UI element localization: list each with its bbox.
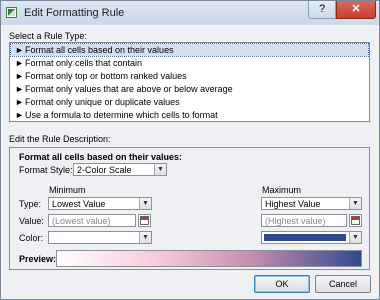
rule-type-item-label: Format only values that are above or bel… bbox=[25, 84, 233, 94]
close-button[interactable]: ✕ bbox=[336, 1, 376, 19]
arrow-icon: ► bbox=[15, 84, 24, 94]
dialog-title: Edit Formatting Rule bbox=[24, 7, 125, 19]
ok-button[interactable]: OK bbox=[254, 275, 310, 293]
minimum-header: Minimum bbox=[49, 185, 86, 195]
arrow-icon: ► bbox=[15, 110, 24, 120]
rule-type-item[interactable]: ►Format all cells based on their values bbox=[10, 43, 369, 57]
minimum-value-input[interactable]: (Lowest value) bbox=[48, 214, 136, 227]
rule-type-list[interactable]: ►Format all cells based on their values … bbox=[9, 42, 370, 122]
format-style-label: Format Style: bbox=[19, 165, 73, 175]
minimum-value-placeholder: (Lowest value) bbox=[52, 216, 111, 226]
maximum-value-range-picker-icon[interactable] bbox=[349, 214, 362, 227]
minimum-value-range-picker-icon[interactable] bbox=[138, 214, 151, 227]
maximum-header: Maximum bbox=[262, 185, 302, 195]
rule-type-item[interactable]: ►Use a formula to determine which cells … bbox=[11, 109, 368, 121]
dropdown-arrow-icon: ▼ bbox=[154, 164, 166, 175]
description-heading: Format all cells based on their values: bbox=[19, 152, 183, 162]
format-style-select[interactable]: 2-Color Scale ▼ bbox=[73, 163, 167, 176]
select-rule-type-label: Select a Rule Type: bbox=[9, 31, 87, 41]
minimum-color-select[interactable]: ▼ bbox=[48, 231, 152, 244]
arrow-icon: ► bbox=[15, 45, 24, 55]
rule-type-item[interactable]: ►Format only top or bottom ranked values bbox=[11, 70, 368, 82]
rule-type-item[interactable]: ►Format only values that are above or be… bbox=[11, 83, 368, 95]
rule-type-item-label: Format only top or bottom ranked values bbox=[25, 71, 187, 81]
minimum-color-swatch bbox=[51, 234, 136, 241]
rule-type-item-label: Format only unique or duplicate values bbox=[25, 97, 180, 107]
edit-rule-description-label: Edit the Rule Description: bbox=[9, 134, 111, 144]
rule-type-item[interactable]: ►Format only unique or duplicate values bbox=[11, 96, 368, 108]
arrow-icon: ► bbox=[15, 71, 24, 81]
format-style-value: 2-Color Scale bbox=[77, 165, 132, 175]
rule-type-item-label: Format all cells based on their values bbox=[25, 45, 174, 55]
dropdown-arrow-icon: ▼ bbox=[349, 198, 361, 209]
value-label: Value: bbox=[19, 216, 44, 226]
preview-label: Preview: bbox=[19, 254, 57, 264]
minimum-type-select[interactable]: Lowest Value ▼ bbox=[48, 197, 152, 210]
maximum-color-swatch bbox=[264, 234, 346, 241]
maximum-color-select[interactable]: ▼ bbox=[261, 231, 362, 244]
cancel-button[interactable]: Cancel bbox=[315, 275, 371, 293]
maximum-type-select[interactable]: Highest Value ▼ bbox=[261, 197, 362, 210]
arrow-icon: ► bbox=[15, 58, 24, 68]
excel-app-icon bbox=[6, 7, 17, 18]
rule-type-item-label: Format only cells that contain bbox=[25, 58, 143, 68]
arrow-icon: ► bbox=[15, 97, 24, 107]
color-scale-preview bbox=[56, 250, 362, 267]
minimum-type-value: Lowest Value bbox=[52, 199, 106, 209]
rule-type-item[interactable]: ►Format only cells that contain bbox=[11, 57, 368, 69]
title-bar: Edit Formatting Rule ? ✕ bbox=[1, 1, 379, 25]
rule-type-item-label: Use a formula to determine which cells t… bbox=[25, 110, 218, 120]
dropdown-arrow-icon: ▼ bbox=[139, 232, 151, 243]
maximum-value-input[interactable]: (Highest value) bbox=[261, 214, 347, 227]
help-button[interactable]: ? bbox=[308, 1, 336, 19]
maximum-type-value: Highest Value bbox=[265, 199, 321, 209]
dropdown-arrow-icon: ▼ bbox=[139, 198, 151, 209]
edit-formatting-rule-dialog: Edit Formatting Rule ? ✕ Select a Rule T… bbox=[0, 0, 380, 300]
color-label: Color: bbox=[19, 233, 44, 243]
maximum-value-placeholder: (Highest value) bbox=[265, 216, 326, 226]
type-label: Type: bbox=[19, 199, 42, 209]
dropdown-arrow-icon: ▼ bbox=[349, 232, 361, 243]
